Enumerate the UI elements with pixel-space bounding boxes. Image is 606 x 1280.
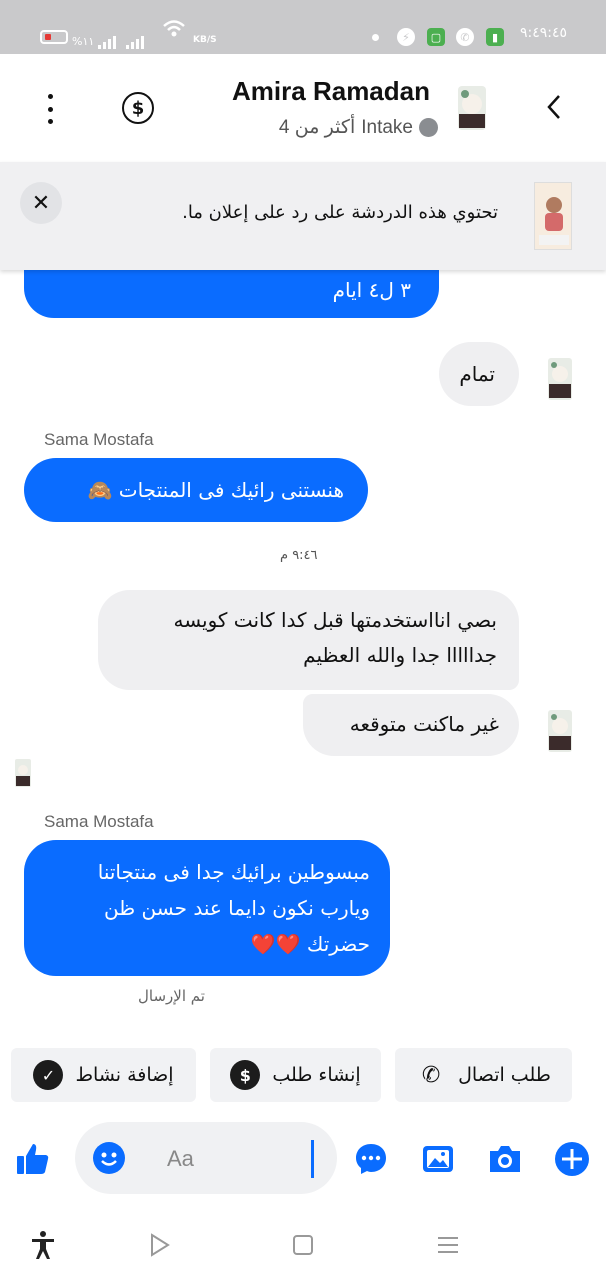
- recents-icon[interactable]: [433, 1230, 463, 1260]
- request-call-button[interactable]: طلب اتصال ✆: [395, 1048, 572, 1102]
- add-activity-button[interactable]: إضافة نشاط ✓: [11, 1048, 196, 1102]
- back-chevron-icon[interactable]: [540, 92, 570, 122]
- chat-header: $ Amira Ramadan أكثر من 4 Intake: [0, 54, 606, 162]
- messenger-icon: ⚡: [397, 28, 415, 46]
- ad-thumbnail[interactable]: [534, 182, 572, 250]
- phone-add-icon: ✆: [421, 1062, 441, 1088]
- message-input[interactable]: Aa: [75, 1122, 337, 1194]
- message-text-line: جدااااا جدا والله العظيم: [303, 643, 497, 667]
- dollar-circle-icon: $: [230, 1060, 261, 1090]
- chip-label: إضافة نشاط: [75, 1064, 174, 1086]
- message-text-line: ويارب نكون دايما عند حسن ظن: [104, 896, 370, 920]
- message-text: تمام: [459, 362, 495, 386]
- ad-reply-banner: ✕ تحتوي هذه الدردشة على رد على إعلان ما.: [0, 162, 606, 270]
- message-text: ٣ ل٤ ايام: [332, 278, 411, 302]
- message-text: غير ماكنت متوقعه: [349, 712, 499, 736]
- message-text-line: حضرتك ❤️❤️: [250, 932, 370, 956]
- contact-name[interactable]: Amira Ramadan: [232, 76, 430, 107]
- sent-status: تم الإرسال: [138, 987, 205, 1005]
- message-text-line: مبسوطين برائيك جدا فى منتجاتنا: [97, 860, 370, 884]
- contact-subtitle: أكثر من 4 Intake: [279, 116, 438, 139]
- message-bubble-outgoing[interactable]: مبسوطين برائيك جدا فى منتجاتنا ويارب نكو…: [24, 840, 390, 976]
- dollar-icon[interactable]: $: [122, 92, 154, 124]
- accessibility-icon[interactable]: [28, 1230, 58, 1260]
- chat-icon[interactable]: [352, 1140, 390, 1178]
- message-bubble-incoming[interactable]: تمام: [439, 342, 519, 406]
- home-icon[interactable]: [288, 1230, 318, 1260]
- message-bubble-outgoing[interactable]: هنستنى رائيك فى المنتجات 🙈: [24, 458, 368, 522]
- create-order-button[interactable]: إنشاء طلب $: [210, 1048, 381, 1102]
- app-icon: ▢: [427, 28, 445, 46]
- read-receipt-avatar: [14, 758, 32, 788]
- kebab-menu-icon[interactable]: [38, 94, 62, 124]
- subtitle-label: Intake: [361, 116, 413, 138]
- system-nav-bar: [0, 1212, 606, 1280]
- whatsapp-icon: ✆: [456, 28, 474, 46]
- clock: ٩:٤٩:٤٥: [520, 25, 568, 41]
- message-bubble-incoming[interactable]: بصي انااستخدمتها قبل كدا كانت كويسه جداا…: [98, 590, 519, 690]
- message-text-line: بصي انااستخدمتها قبل كدا كانت كويسه: [173, 608, 497, 632]
- status-dot-icon: [419, 118, 438, 137]
- check-circle-icon: ✓: [33, 1060, 64, 1090]
- chip-label: طلب اتصال: [458, 1064, 551, 1086]
- emoji-icon[interactable]: [93, 1142, 125, 1174]
- message-text: هنستنى رائيك فى المنتجات 🙈: [87, 478, 344, 502]
- avatar[interactable]: [455, 84, 489, 134]
- input-placeholder: Aa: [167, 1146, 194, 1171]
- close-icon[interactable]: ✕: [20, 182, 62, 224]
- message-bubble-incoming[interactable]: غير ماكنت متوقعه: [303, 694, 519, 756]
- gallery-icon[interactable]: [419, 1140, 457, 1178]
- subtitle-more: أكثر من 4: [278, 117, 356, 138]
- battery-icon: [40, 30, 68, 44]
- plus-icon[interactable]: [553, 1140, 591, 1178]
- contact-avatar: [546, 356, 574, 402]
- signal-icon-2: [126, 30, 146, 49]
- sender-name: Sama Mostafa: [44, 430, 154, 449]
- banner-text: تحتوي هذه الدردشة على رد على إعلان ما.: [182, 202, 498, 223]
- thumbs-up-icon[interactable]: [14, 1140, 52, 1178]
- signal-icon: [98, 30, 118, 49]
- camera-icon[interactable]: [486, 1140, 524, 1178]
- sender-name: Sama Mostafa: [44, 812, 154, 831]
- play-icon[interactable]: [144, 1230, 174, 1260]
- text-caret: [311, 1140, 314, 1178]
- status-bar: %١١ KB/S ⚡ ▢ ✆ ▮ ٩:٤٩:٤٥: [0, 0, 606, 54]
- notification-dot-icon: [372, 34, 379, 41]
- wifi-icon: [162, 0, 186, 54]
- message-timestamp: ٩:٤٦ م: [280, 548, 318, 563]
- chip-label: إنشاء طلب: [272, 1064, 361, 1086]
- battery-saver-icon: ▮: [486, 28, 504, 46]
- contact-avatar: [546, 708, 574, 754]
